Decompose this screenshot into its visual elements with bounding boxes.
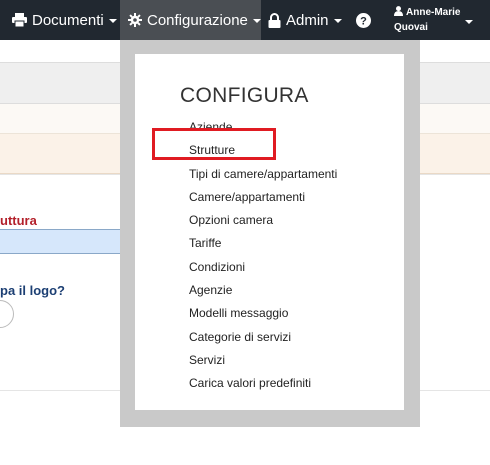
svg-text:?: ?	[360, 15, 367, 27]
nav-configurazione-label: Configurazione	[147, 11, 248, 29]
dropdown-heading: CONFIGURA	[180, 84, 309, 107]
dropdown-panel: CONFIGURA Aziende Strutture Tipi di came…	[135, 54, 404, 410]
menu-item-camere[interactable]: Camere/appartamenti	[135, 186, 404, 209]
nav-documenti[interactable]: Documenti	[12, 0, 117, 40]
caret-down-icon	[465, 20, 473, 24]
nav-documenti-label: Documenti	[32, 11, 104, 29]
nav-admin-label: Admin	[286, 11, 329, 29]
struttura-label: uttura	[0, 213, 37, 228]
menu-item-carica-valori[interactable]: Carica valori predefiniti	[135, 372, 404, 395]
user-icon	[394, 6, 403, 21]
logo-question-label: pa il logo?	[0, 283, 65, 298]
configurazione-dropdown: CONFIGURA Aziende Strutture Tipi di came…	[120, 40, 420, 427]
logo-radio[interactable]	[0, 300, 14, 328]
user-last-name: Quovai	[394, 22, 428, 33]
user-first-name: Anne-Marie	[406, 7, 461, 18]
menu-item-modelli-messaggio[interactable]: Modelli messaggio	[135, 302, 404, 325]
highlight-box	[152, 128, 276, 160]
gear-icon	[128, 13, 142, 27]
nav-admin[interactable]: Admin	[268, 0, 342, 40]
struttura-select[interactable]	[0, 229, 136, 254]
menu-item-agenzie[interactable]: Agenzie	[135, 279, 404, 302]
menu-item-opzioni-camera[interactable]: Opzioni camera	[135, 209, 404, 232]
nav-configurazione[interactable]: Configurazione	[120, 0, 261, 40]
menu-item-servizi[interactable]: Servizi	[135, 349, 404, 372]
caret-down-icon	[108, 19, 117, 23]
menu-item-tariffe[interactable]: Tariffe	[135, 232, 404, 255]
question-circle-icon[interactable]: ?	[356, 0, 371, 40]
menu-item-categorie-servizi[interactable]: Categorie di servizi	[135, 326, 404, 349]
caret-down-icon	[333, 19, 342, 23]
print-icon	[12, 13, 27, 27]
menu-item-condizioni[interactable]: Condizioni	[135, 256, 404, 279]
menu-item-tipi-camere[interactable]: Tipi di camere/appartamenti	[135, 163, 404, 186]
caret-down-icon	[252, 19, 261, 23]
top-navbar: Documenti Configurazione Admin ? Anne-Ma…	[0, 0, 490, 40]
nav-user-menu[interactable]: Anne-Marie Quovai	[394, 0, 473, 40]
lock-icon	[268, 12, 281, 28]
